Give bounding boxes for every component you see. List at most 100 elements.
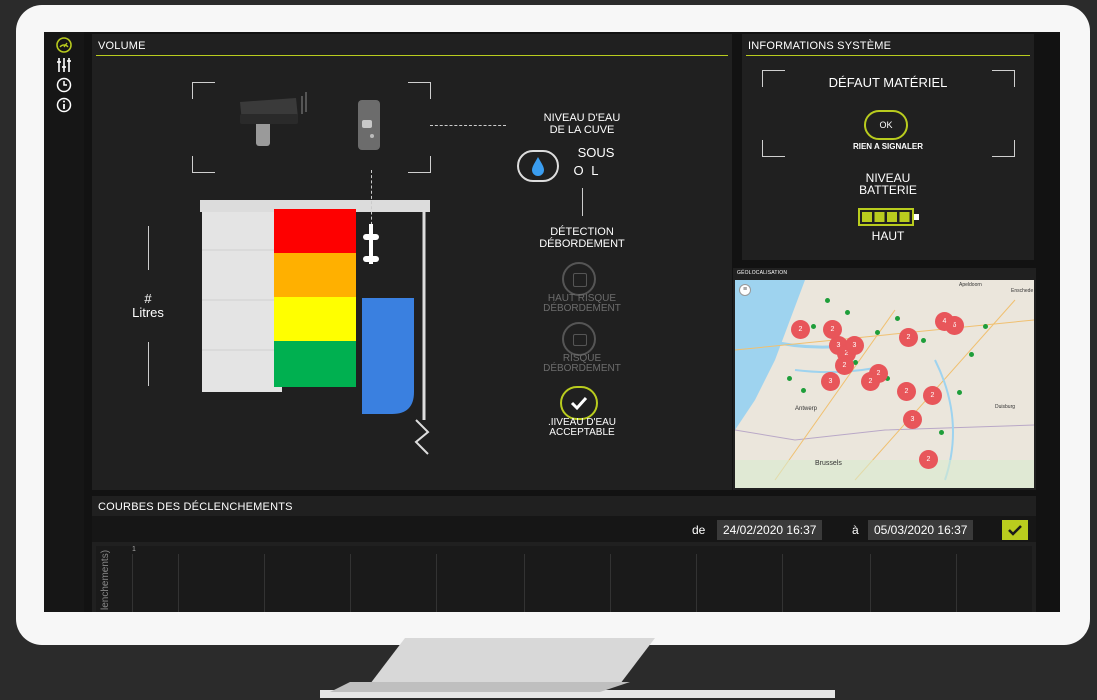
check-icon [1008, 525, 1022, 536]
gauge-icon[interactable] [55, 36, 73, 54]
sliders-icon[interactable] [55, 56, 73, 74]
map-view[interactable]: ≡ 6 2 2 3 2 3 2 2 3 2 2 2 3 2 4 2 Apeldo… [735, 280, 1034, 488]
water-level-value-top: SOUS [577, 145, 615, 160]
litres-label: Litres [132, 305, 164, 320]
map-site-marker[interactable] [983, 324, 988, 329]
fault-title: DÉFAUT MATÉRIEL [828, 75, 948, 90]
risk-status-icon [562, 322, 596, 356]
high-risk-label-line2: DÉBORDEMENT [543, 303, 621, 314]
water-level-label-line1: NIVEAU D'EAU [543, 112, 621, 124]
map-cluster[interactable]: 3 [903, 410, 922, 429]
check-icon [570, 396, 588, 411]
sidebar [44, 32, 84, 612]
nothing-to-report-label: RIEN A SIGNALER [852, 142, 924, 151]
map-cluster[interactable]: 3 [845, 336, 864, 355]
map-city-label: Antwerp [795, 406, 818, 412]
map-cluster[interactable]: 4 [935, 312, 954, 331]
level-band-orange [274, 253, 356, 297]
water-level-label-line2: DE LA CUVE [549, 124, 615, 136]
battery-bar [899, 212, 910, 222]
fault-frame-corner [992, 70, 1015, 87]
map-site-marker[interactable] [957, 390, 962, 395]
acceptable-label-line2: ACCEPTABLE [549, 427, 615, 438]
info-icon[interactable] [55, 96, 73, 114]
battery-icon [858, 208, 919, 226]
detection-title-line2: DÉBORDEMENT [539, 238, 625, 250]
y-tick-label: 1 [132, 546, 136, 553]
map-site-marker[interactable] [801, 388, 806, 393]
water-drop-icon [532, 157, 544, 176]
scale-arrow-down [148, 342, 149, 386]
fault-frame-corner [762, 70, 785, 87]
battery-bar [887, 212, 897, 222]
curves-title: COURBES DES DÉCLENCHEMENTS [98, 501, 293, 513]
level-band-red [274, 209, 356, 253]
litres-hash: # [144, 291, 152, 306]
battery-title-line2: BATTERIE [859, 183, 917, 197]
risk-label-line2: DÉBORDEMENT [543, 363, 621, 374]
level-band-yellow [274, 297, 356, 341]
map-cluster[interactable]: 2 [923, 386, 942, 405]
water-level-value-bottom: O L [573, 163, 601, 178]
monitor-stand [320, 638, 835, 698]
date-from-input[interactable]: 24/02/2020 16:37 [717, 520, 823, 540]
volume-title: VOLUME [98, 40, 146, 52]
system-info-title: INFORMATIONS SYSTÈME [748, 40, 892, 52]
map-site-marker[interactable] [895, 316, 900, 321]
map-site-marker[interactable] [825, 298, 830, 303]
map-menu-icon[interactable]: ≡ [739, 284, 751, 296]
clock-icon[interactable] [55, 76, 73, 94]
map-site-marker[interactable] [939, 430, 944, 435]
curves-panel: COURBES DES DÉCLENCHEMENTS de 24/02/2020… [92, 496, 1036, 612]
map-city-label: Enschede [1011, 288, 1034, 294]
map-terrain [735, 280, 1034, 488]
map-cluster[interactable]: 2 [835, 356, 854, 375]
map-cluster[interactable]: 2 [861, 372, 880, 391]
apply-date-button[interactable] [1002, 520, 1028, 540]
fault-frame-corner [992, 140, 1015, 157]
map-site-marker[interactable] [845, 310, 850, 315]
transmitter-icon [358, 100, 380, 150]
status-connector [582, 188, 583, 216]
date-from-label: de [692, 523, 706, 537]
map-cluster[interactable]: 2 [791, 320, 810, 339]
water-level-indicator [517, 150, 559, 182]
map-site-marker[interactable] [969, 352, 974, 357]
map-cluster[interactable]: 2 [899, 328, 918, 347]
system-info-title-underline [746, 55, 1030, 56]
acceptable-status-icon [560, 386, 598, 420]
high-risk-status-icon [562, 262, 596, 296]
geolocation-panel: GÉOLOCALISATION ≡ 6 2 2 3 2 3 2 2 3 2 2 … [733, 268, 1036, 490]
battery-value: HAUT [871, 229, 905, 243]
curves-chart-area: 1 lenchements) [96, 546, 1032, 612]
volume-panel: VOLUME # Litres NIVEAU D'EAU DE LA CUVE … [92, 34, 732, 490]
level-band-green [274, 341, 356, 387]
probe-cable [371, 170, 372, 230]
battery-bar [874, 212, 885, 222]
device-frame-corner [408, 82, 431, 99]
date-to-input[interactable]: 05/03/2020 16:37 [868, 520, 974, 540]
date-range-bar: de 24/02/2020 16:37 à 05/03/2020 16:37 [92, 516, 1036, 542]
app-screen: VOLUME # Litres NIVEAU D'EAU DE LA CUVE … [44, 32, 1060, 612]
map-city-label: Apeldoorn [959, 282, 982, 288]
map-cluster[interactable]: 3 [821, 372, 840, 391]
connector-dashed-line [430, 125, 506, 126]
volume-title-underline [96, 55, 728, 56]
map-city-label: Brussels [815, 460, 842, 467]
map-city-label: Duisburg [995, 404, 1016, 410]
map-site-marker[interactable] [875, 330, 880, 335]
detection-title-line1: DÉTECTION [550, 226, 614, 238]
float-probe-icon [363, 224, 379, 264]
scale-arrow-up [148, 226, 149, 270]
curves-grid [132, 554, 1032, 612]
map-site-marker[interactable] [811, 324, 816, 329]
sensor-device-icon [240, 92, 307, 146]
map-cluster[interactable]: 2 [919, 450, 938, 469]
battery-bar [862, 212, 872, 222]
map-site-marker[interactable] [787, 376, 792, 381]
device-frame-corner [192, 82, 215, 99]
y-axis-label: lenchements) [100, 549, 111, 610]
system-info-panel: INFORMATIONS SYSTÈME DÉFAUT MATÉRIEL OK … [742, 34, 1034, 260]
map-site-marker[interactable] [921, 338, 926, 343]
map-cluster[interactable]: 2 [897, 382, 916, 401]
